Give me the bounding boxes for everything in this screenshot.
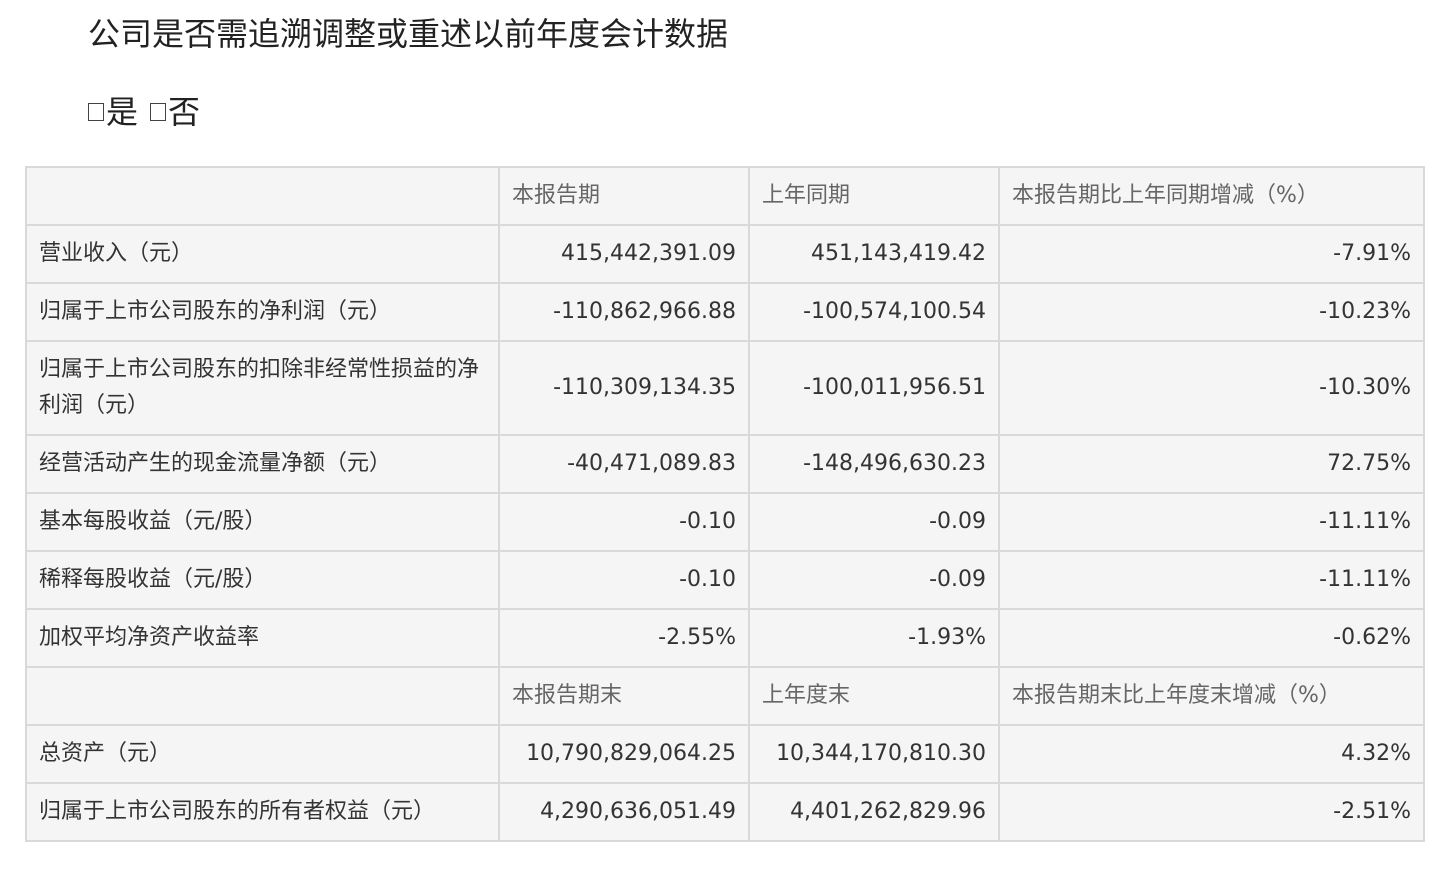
change-value: 4.32% xyxy=(998,724,1425,784)
current-value: -0.10 xyxy=(498,492,750,552)
row-label: 加权平均净资产收益率 xyxy=(25,608,500,668)
page: 公司是否需追溯调整或重述以前年度会计数据 是否 本报告期 上年同期 本报告期比上… xyxy=(0,0,1439,879)
current-value: -0.10 xyxy=(498,550,750,610)
change-value: -2.51% xyxy=(998,782,1425,842)
prior-value: 4,401,262,829.96 xyxy=(748,782,1000,842)
header-cell xyxy=(25,166,500,226)
change-value: -11.11% xyxy=(998,492,1425,552)
row-label: 基本每股收益（元/股） xyxy=(25,492,500,552)
option-yes-label: 是 xyxy=(106,93,139,131)
row-label: 归属于上市公司股东的所有者权益（元） xyxy=(25,782,500,842)
prior-value: -0.09 xyxy=(748,550,1000,610)
header-cell xyxy=(25,666,500,726)
current-value: 10,790,829,064.25 xyxy=(498,724,750,784)
prior-value: 10,344,170,810.30 xyxy=(748,724,1000,784)
header-cell: 本报告期末 xyxy=(498,666,750,726)
header-cell: 本报告期比上年同期增减（%） xyxy=(998,166,1425,226)
table-row: 加权平均净资产收益率 -2.55% -1.93% -0.62% xyxy=(25,608,1425,668)
table-row: 总资产（元） 10,790,829,064.25 10,344,170,810.… xyxy=(25,724,1425,784)
financial-data-table: 本报告期 上年同期 本报告期比上年同期增减（%） 营业收入（元） 415,442… xyxy=(25,166,1425,842)
header-cell: 本报告期 xyxy=(498,166,750,226)
change-value: -11.11% xyxy=(998,550,1425,610)
row-label: 归属于上市公司股东的净利润（元） xyxy=(25,282,500,342)
table-row: 归属于上市公司股东的所有者权益（元） 4,290,636,051.49 4,40… xyxy=(25,782,1425,842)
header-cell: 上年度末 xyxy=(748,666,1000,726)
current-value: -110,862,966.88 xyxy=(498,282,750,342)
table-header-row: 本报告期 上年同期 本报告期比上年同期增减（%） xyxy=(25,166,1425,226)
change-value: -0.62% xyxy=(998,608,1425,668)
current-value: 415,442,391.09 xyxy=(498,224,750,284)
table-row: 稀释每股收益（元/股） -0.10 -0.09 -11.11% xyxy=(25,550,1425,610)
checkbox-no[interactable] xyxy=(150,103,167,121)
prior-value: -0.09 xyxy=(748,492,1000,552)
prior-value: -148,496,630.23 xyxy=(748,434,1000,494)
change-value: -10.23% xyxy=(998,282,1425,342)
row-label: 营业收入（元） xyxy=(25,224,500,284)
row-label: 经营活动产生的现金流量净额（元） xyxy=(25,434,500,494)
checkbox-yes[interactable] xyxy=(88,103,104,121)
current-value: -2.55% xyxy=(498,608,750,668)
table-row: 归属于上市公司股东的扣除非经常性损益的净利润（元） -110,309,134.3… xyxy=(25,340,1425,436)
header-cell: 本报告期末比上年度末增减（%） xyxy=(998,666,1425,726)
row-label: 归属于上市公司股东的扣除非经常性损益的净利润（元） xyxy=(25,340,500,436)
table-subheader-row: 本报告期末 上年度末 本报告期末比上年度末增减（%） xyxy=(25,666,1425,726)
change-value: -10.30% xyxy=(998,340,1425,436)
current-value: -40,471,089.83 xyxy=(498,434,750,494)
table-row: 归属于上市公司股东的净利润（元） -110,862,966.88 -100,57… xyxy=(25,282,1425,342)
prior-value: -1.93% xyxy=(748,608,1000,668)
prior-value: -100,574,100.54 xyxy=(748,282,1000,342)
prior-value: -100,011,956.51 xyxy=(748,340,1000,436)
change-value: -7.91% xyxy=(998,224,1425,284)
current-value: 4,290,636,051.49 xyxy=(498,782,750,842)
option-no-label: 否 xyxy=(168,93,201,131)
section-title: 公司是否需追溯调整或重述以前年度会计数据 xyxy=(88,15,729,53)
table-row: 基本每股收益（元/股） -0.10 -0.09 -11.11% xyxy=(25,492,1425,552)
row-label: 总资产（元） xyxy=(25,724,500,784)
restatement-options: 是否 xyxy=(88,90,200,134)
table-row: 营业收入（元） 415,442,391.09 451,143,419.42 -7… xyxy=(25,224,1425,284)
row-label: 稀释每股收益（元/股） xyxy=(25,550,500,610)
prior-value: 451,143,419.42 xyxy=(748,224,1000,284)
current-value: -110,309,134.35 xyxy=(498,340,750,436)
table-row: 经营活动产生的现金流量净额（元） -40,471,089.83 -148,496… xyxy=(25,434,1425,494)
header-cell: 上年同期 xyxy=(748,166,1000,226)
change-value: 72.75% xyxy=(998,434,1425,494)
